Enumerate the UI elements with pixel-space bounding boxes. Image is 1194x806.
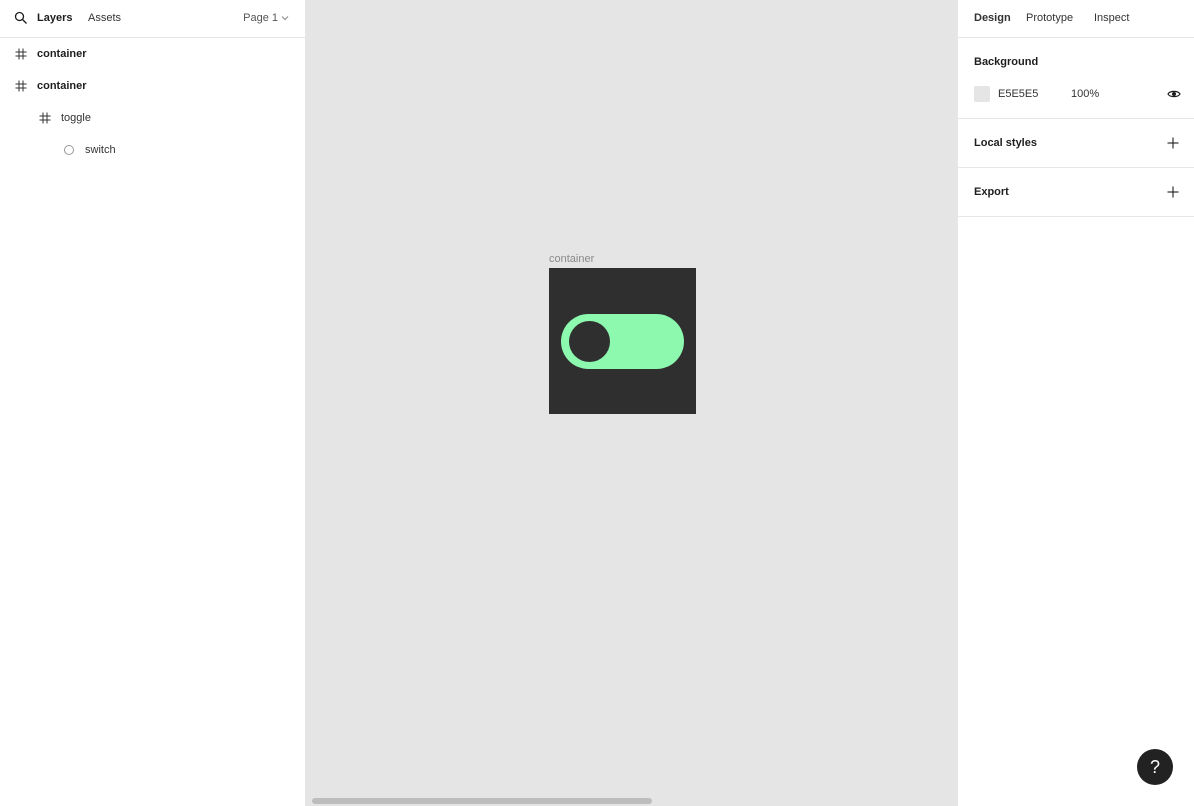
- layer-item-container[interactable]: container: [0, 38, 305, 70]
- background-opacity[interactable]: 100%: [1071, 88, 1099, 100]
- background-row: E5E5E5 100%: [974, 86, 1181, 102]
- layer-label: switch: [85, 144, 116, 156]
- layer-label: container: [37, 80, 87, 92]
- frame-icon: [15, 48, 27, 60]
- ellipse-icon: [64, 145, 74, 155]
- horizontal-scrollbar[interactable]: [312, 798, 652, 804]
- tab-prototype[interactable]: Prototype: [1026, 11, 1073, 25]
- search-icon[interactable]: [14, 11, 28, 25]
- eye-icon[interactable]: [1167, 88, 1181, 100]
- layer-item-toggle[interactable]: toggle: [0, 102, 305, 134]
- toggle-switch[interactable]: [561, 314, 684, 369]
- tab-layers[interactable]: Layers: [37, 11, 72, 25]
- right-panel-header: Design Prototype Inspect: [958, 0, 1194, 38]
- export-title: Export: [974, 186, 1009, 198]
- design-app: Layers Assets Page 1 container container…: [0, 0, 1194, 806]
- page-select[interactable]: Page 1: [243, 11, 289, 25]
- color-swatch[interactable]: [974, 86, 990, 102]
- layer-label: toggle: [61, 112, 91, 124]
- tab-assets[interactable]: Assets: [88, 11, 121, 25]
- layer-item-switch[interactable]: switch: [0, 134, 305, 166]
- toggle-knob[interactable]: [569, 321, 610, 362]
- chevron-down-icon: [281, 16, 289, 21]
- container-frame[interactable]: [549, 268, 696, 414]
- tab-design[interactable]: Design: [974, 11, 1011, 25]
- layers-panel: Layers Assets Page 1 container container…: [0, 0, 306, 806]
- export-section: Export: [958, 168, 1194, 217]
- canvas[interactable]: container: [306, 0, 957, 806]
- layer-label: container: [37, 48, 87, 60]
- layer-item-container[interactable]: container: [0, 70, 305, 102]
- frame-icon: [39, 112, 51, 124]
- frame-icon: [15, 80, 27, 92]
- left-panel-header: Layers Assets Page 1: [0, 0, 305, 38]
- page-select-label: Page 1: [243, 12, 278, 24]
- background-title: Background: [974, 56, 1039, 68]
- background-hex[interactable]: E5E5E5: [998, 88, 1038, 100]
- local-styles-section: Local styles: [958, 119, 1194, 168]
- tab-inspect[interactable]: Inspect: [1094, 11, 1129, 25]
- properties-panel: Design Prototype Inspect Background E5E5…: [957, 0, 1194, 806]
- frame-label[interactable]: container: [549, 253, 594, 265]
- help-button[interactable]: ?: [1137, 749, 1173, 785]
- local-styles-title: Local styles: [974, 137, 1037, 149]
- add-style-icon[interactable]: [1167, 137, 1179, 149]
- background-section: Background E5E5E5 100%: [958, 38, 1194, 119]
- add-export-icon[interactable]: [1167, 186, 1179, 198]
